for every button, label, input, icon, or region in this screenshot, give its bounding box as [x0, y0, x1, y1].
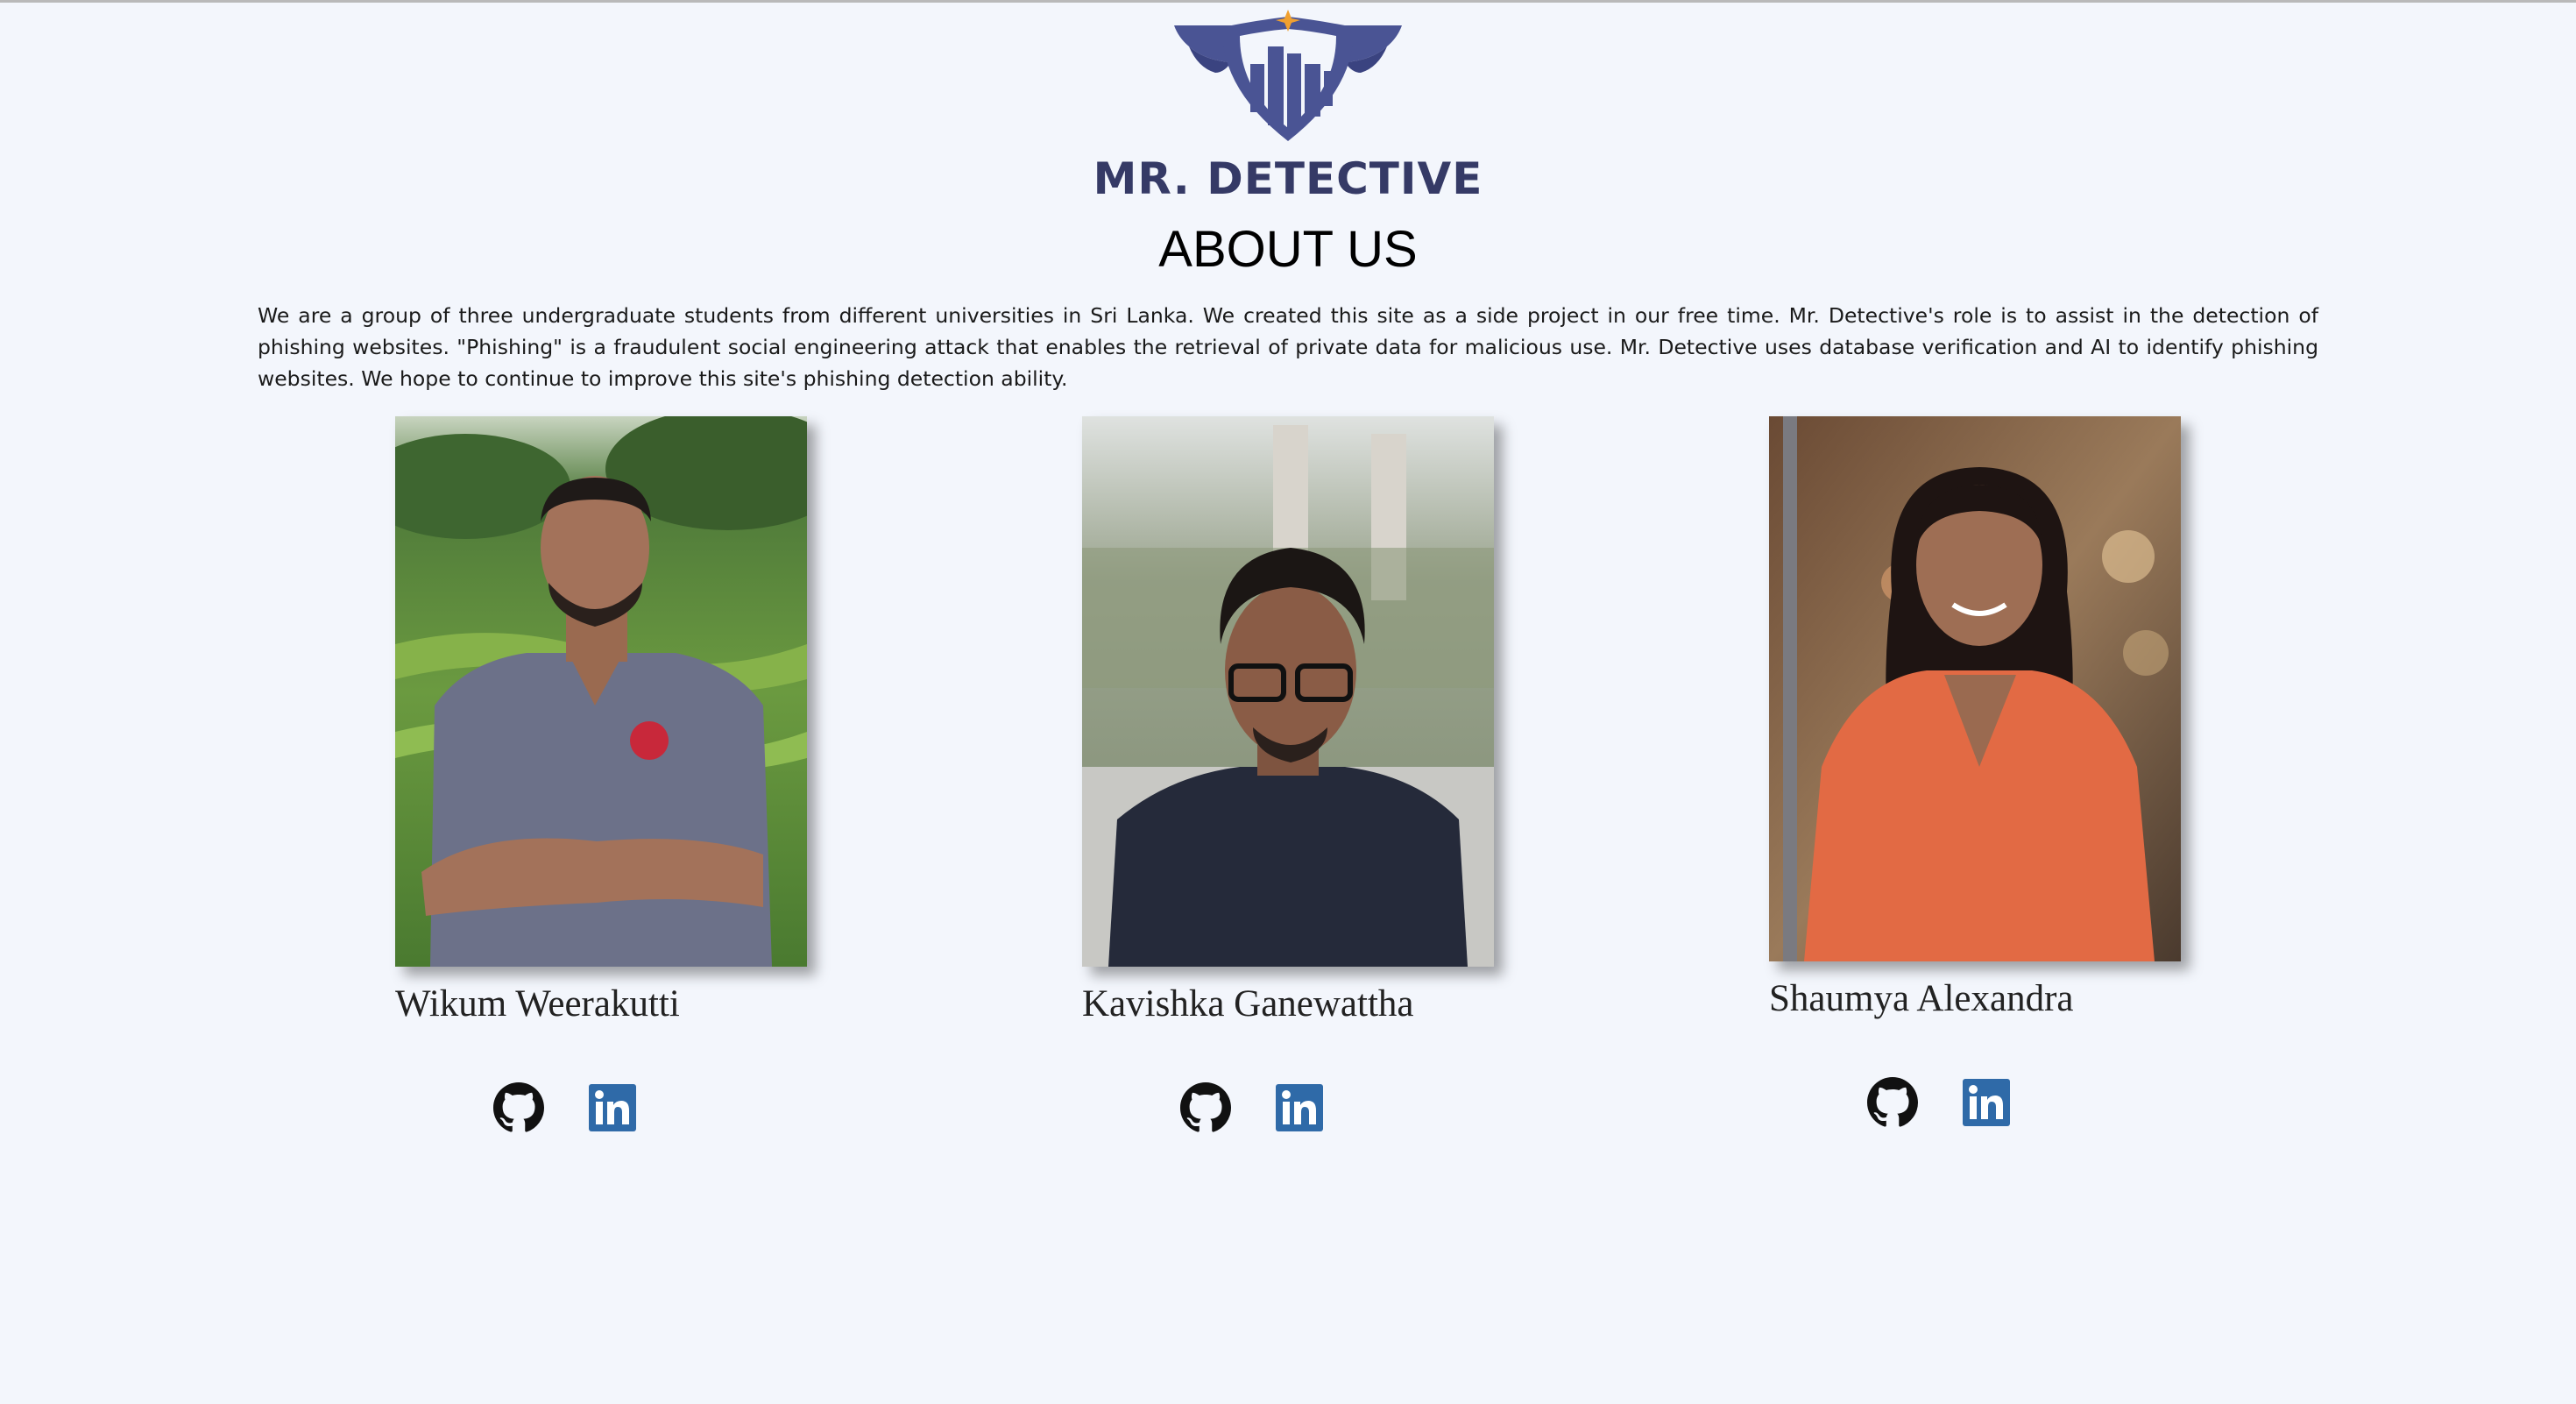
github-link[interactable]: [1867, 1077, 1918, 1128]
member-social-links: [1180, 1082, 1355, 1135]
page-title: ABOUT US: [1158, 221, 1418, 278]
github-icon: [1180, 1082, 1231, 1132]
team-member-card: Wikum Weerakutti: [395, 416, 816, 1132]
member-name: Kavishka Ganewattha: [1082, 983, 1414, 1025]
github-link[interactable]: [1180, 1082, 1231, 1133]
member-photo: [395, 416, 807, 967]
about-description: We are a group of three undergraduate st…: [258, 303, 2318, 391]
linkedin-link[interactable]: [1274, 1082, 1325, 1133]
member-name: Shaumya Alexandra: [1769, 978, 2074, 1019]
github-icon: [493, 1082, 544, 1132]
github-link[interactable]: [493, 1082, 544, 1133]
linkedin-icon: [1276, 1084, 1323, 1131]
member-social-links: [1867, 1077, 2042, 1130]
linkedin-icon: [1963, 1079, 2010, 1126]
linkedin-link[interactable]: [1961, 1077, 2012, 1128]
linkedin-link[interactable]: [587, 1082, 638, 1133]
team-member-card: Shaumya Alexandra: [1769, 416, 2190, 1127]
member-social-links: [493, 1082, 669, 1135]
github-icon: [1867, 1077, 1918, 1127]
member-photo: [1082, 416, 1494, 967]
brand-name: MR. DETECTIVE: [1093, 153, 1483, 204]
member-photo: [1769, 416, 2181, 961]
member-name: Wikum Weerakutti: [395, 983, 680, 1025]
team-member-card: Kavishka Ganewattha: [1082, 416, 1503, 1132]
linkedin-icon: [589, 1084, 636, 1131]
shield-city-logo-icon[interactable]: [1170, 10, 1406, 145]
